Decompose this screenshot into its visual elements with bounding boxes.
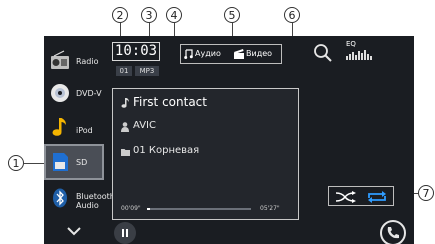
total-time: 05'27" — [260, 205, 280, 212]
source-dvd-v-label: DVD-V — [76, 89, 102, 98]
track-artist: AVIC — [133, 120, 156, 131]
eq-button[interactable]: EQ — [344, 40, 378, 64]
source-sd[interactable]: SD — [44, 144, 104, 180]
sd-card-icon — [53, 153, 68, 171]
phone-button[interactable] — [380, 220, 406, 244]
video-clapper-icon — [234, 49, 244, 59]
elapsed-time: 00'09" — [121, 205, 141, 212]
callout-1-leader — [24, 163, 46, 164]
folder-icon — [121, 149, 130, 156]
media-filter-group: Аудио Видео — [180, 44, 282, 64]
filter-video-label: Видео — [246, 49, 273, 58]
playback-progress-fill — [147, 208, 151, 210]
clock-time: 10:03 — [114, 43, 158, 59]
clock-display: 10:03 — [112, 42, 160, 61]
artist-icon — [121, 122, 129, 132]
source-menu-scroll-down-button[interactable] — [54, 222, 94, 240]
eq-bars-icon — [346, 50, 372, 60]
eq-label: EQ — [346, 40, 356, 48]
phone-icon — [387, 227, 399, 239]
search-button[interactable] — [312, 42, 334, 64]
music-note-icon — [52, 118, 66, 136]
callout-5: 5 — [224, 7, 240, 23]
repeat-icon — [368, 191, 386, 203]
filter-audio-label: Аудио — [195, 49, 221, 58]
source-radio[interactable]: Radio — [44, 42, 104, 76]
track-folder: 01 Корневая — [133, 145, 200, 156]
pause-button[interactable] — [114, 222, 136, 244]
track-title: First contact — [133, 95, 207, 109]
song-note-icon — [121, 98, 129, 108]
callout-2: 2 — [112, 7, 128, 23]
source-dvd-v[interactable]: DVD-V — [44, 76, 104, 110]
callout-7: 7 — [418, 185, 434, 201]
shuffle-button[interactable] — [331, 189, 359, 203]
shuffle-icon — [335, 191, 356, 203]
callout-3: 3 — [141, 7, 157, 23]
disc-icon — [51, 84, 69, 102]
audio-note-icon — [184, 49, 193, 59]
source-radio-label: Radio — [76, 57, 99, 66]
source-ipod[interactable]: iPod — [44, 110, 104, 144]
track-info-panel: First contact AVIC 01 Корневая 00'09" 05… — [112, 88, 299, 220]
filter-video-button[interactable]: Видео — [233, 46, 281, 62]
source-sd-label: SD — [76, 158, 88, 167]
radio-icon — [51, 50, 69, 69]
head-unit-screen: Radio DVD-V iPod SD Bluetooth Audio 10:0… — [44, 36, 414, 244]
search-icon — [314, 44, 332, 62]
playback-progress-bar[interactable] — [147, 208, 251, 210]
repeat-button[interactable] — [363, 189, 391, 203]
source-bluetooth-audio[interactable]: Bluetooth Audio — [44, 182, 115, 216]
callout-1: 1 — [8, 155, 24, 171]
pause-icon — [122, 229, 128, 237]
shuffle-repeat-group — [328, 186, 394, 206]
callout-4: 4 — [166, 7, 182, 23]
callout-6: 6 — [284, 7, 300, 23]
chevron-down-icon — [67, 227, 81, 236]
bluetooth-icon — [53, 188, 67, 208]
filter-audio-button[interactable]: Аудио — [183, 46, 231, 62]
source-bluetooth-label: Bluetooth Audio — [76, 192, 115, 210]
folder-number-indicator: 01 — [116, 66, 132, 76]
source-ipod-label: iPod — [76, 126, 93, 135]
media-format-indicator: MP3 — [135, 66, 159, 76]
